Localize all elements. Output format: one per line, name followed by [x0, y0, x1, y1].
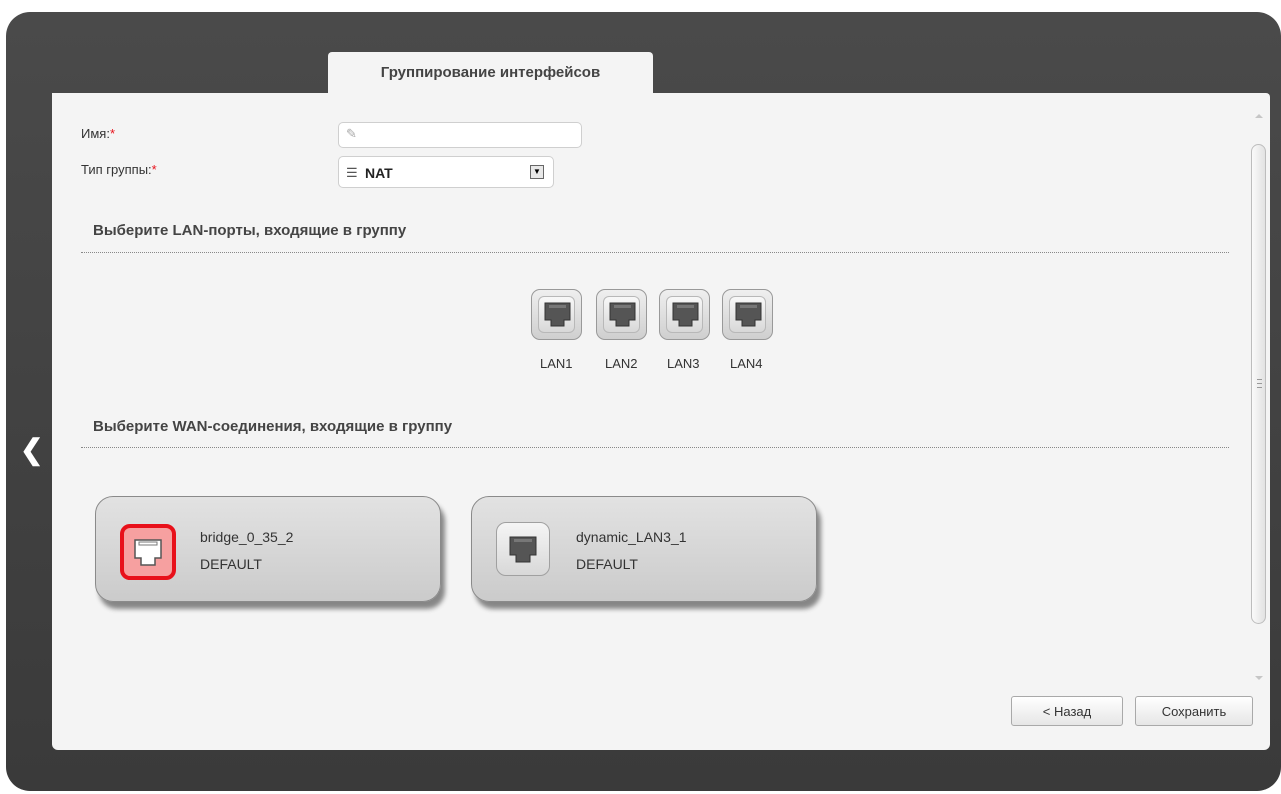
- group-type-label: Тип группы:*: [81, 162, 157, 177]
- wan-connection-card[interactable]: dynamic_LAN3_1 DEFAULT: [471, 496, 817, 602]
- chevron-left-icon[interactable]: ❮: [20, 435, 44, 465]
- group-type-value: NAT: [365, 165, 393, 181]
- lan-port-3[interactable]: [659, 289, 710, 340]
- lan-port-1[interactable]: [531, 289, 582, 340]
- name-input[interactable]: [338, 122, 582, 148]
- ethernet-port-icon: [609, 302, 636, 327]
- name-label: Имя:*: [81, 126, 115, 141]
- pencil-icon: ✎: [346, 126, 357, 141]
- required-mark: *: [109, 126, 115, 141]
- lan-section-title: Выберите LAN-порты, входящие в группу: [93, 222, 407, 239]
- lan-port-label: LAN1: [540, 356, 573, 371]
- lan-port-label: LAN2: [605, 356, 638, 371]
- lan-port-label: LAN3: [667, 356, 700, 371]
- divider: [81, 447, 1229, 448]
- scroll-thumb[interactable]: [1251, 144, 1266, 624]
- lan-port-2[interactable]: [596, 289, 647, 340]
- scroll-down-icon[interactable]: [1255, 676, 1263, 680]
- back-button[interactable]: < Назад: [1011, 696, 1123, 726]
- divider: [81, 252, 1229, 253]
- scrollbar[interactable]: [1250, 110, 1270, 687]
- wan-connection-name: bridge_0_35_2: [200, 529, 294, 545]
- save-button[interactable]: Сохранить: [1135, 696, 1253, 726]
- ethernet-port-icon: [509, 536, 537, 563]
- wan-port-icon-selected: [120, 524, 176, 580]
- chevron-down-icon[interactable]: ▼: [530, 165, 544, 179]
- group-type-select[interactable]: ☰ NAT ▼: [338, 156, 554, 188]
- wan-connection-group: DEFAULT: [200, 556, 262, 572]
- tab-interface-grouping[interactable]: Группирование интерфейсов: [328, 52, 653, 94]
- required-mark: *: [151, 162, 157, 177]
- wan-connection-card-selected[interactable]: bridge_0_35_2 DEFAULT: [95, 496, 441, 602]
- ethernet-port-icon: [544, 302, 571, 327]
- grip-icon: [1257, 379, 1262, 388]
- wan-port-icon: [496, 522, 550, 576]
- wan-section-title: Выберите WAN-соединения, входящие в груп…: [93, 418, 453, 435]
- scroll-up-icon[interactable]: [1255, 114, 1263, 118]
- lan-port-4[interactable]: [722, 289, 773, 340]
- ethernet-port-icon: [735, 302, 762, 327]
- ethernet-port-icon: [672, 302, 699, 327]
- lan-port-label: LAN4: [730, 356, 763, 371]
- wan-connection-group: DEFAULT: [576, 556, 638, 572]
- ethernet-port-icon: [134, 539, 162, 566]
- list-icon: ☰: [346, 165, 358, 180]
- wan-connection-name: dynamic_LAN3_1: [576, 529, 687, 545]
